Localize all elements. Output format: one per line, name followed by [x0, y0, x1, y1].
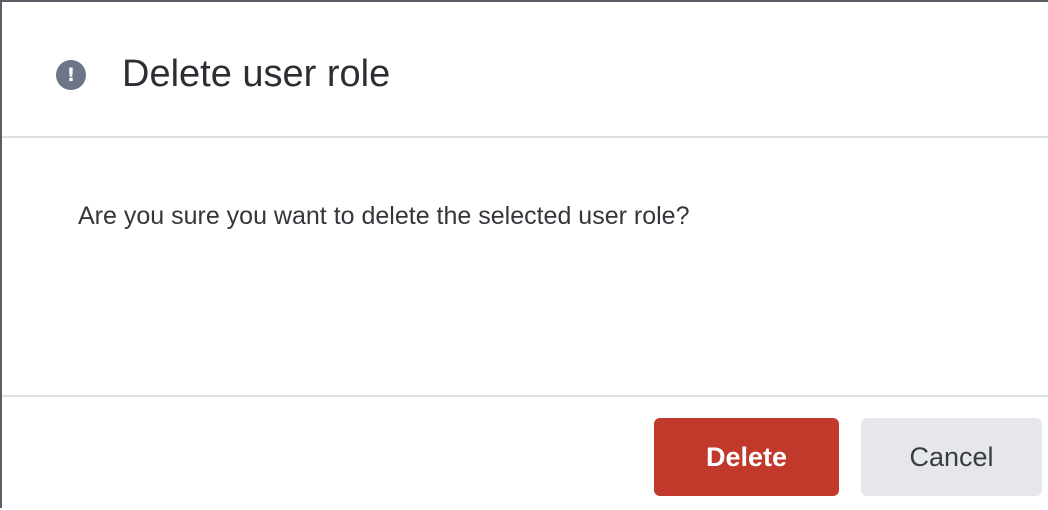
dialog-header: ! Delete user role [2, 2, 1048, 138]
delete-role-dialog: ! Delete user role Are you sure you want… [0, 0, 1048, 508]
dialog-title: Delete user role [122, 53, 391, 95]
dialog-message: Are you sure you want to delete the sele… [78, 202, 690, 230]
cancel-button[interactable]: Cancel [861, 418, 1042, 496]
delete-button[interactable]: Delete [654, 418, 839, 496]
exclamation-circle-icon: ! [56, 60, 86, 90]
